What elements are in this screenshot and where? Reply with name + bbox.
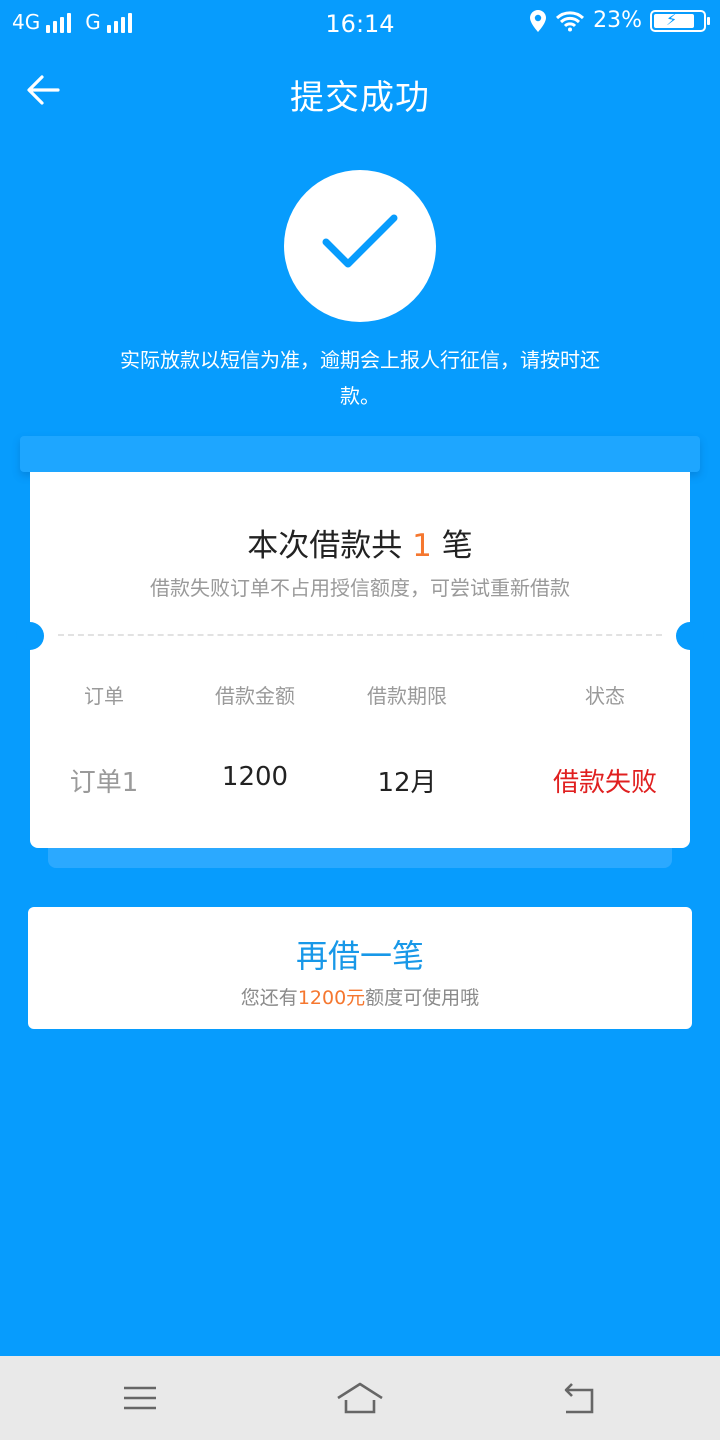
row-status: 借款失败 (552, 768, 657, 798)
column-header-amount: 借款金额 (215, 684, 295, 708)
system-nav-bar (0, 1356, 720, 1440)
borrow-again-label: 再借一笔 (295, 937, 424, 975)
header: 提交成功 (0, 60, 720, 124)
status-bar: 4G G 16:14 23% ⚡ (0, 0, 720, 50)
row-order: 订单1 (69, 768, 139, 798)
ticket-notch-right (676, 622, 704, 650)
loan-result-card: 本次借款共 1 笔 借款失败订单不占用授信额度，可尝试重新借款 订单 借款金额 … (16, 472, 704, 848)
repayment-notice: 实际放款以短信为准，逾期会上报人行征信，请按时还款。 (120, 348, 600, 408)
card-top-strip (20, 436, 700, 472)
checkmark-icon (322, 214, 398, 268)
dashed-divider (58, 634, 662, 636)
column-header-term: 借款期限 (367, 684, 447, 708)
column-header-order: 订单 (84, 684, 124, 708)
remaining-credit-amount: 1200元 (297, 987, 366, 1009)
loan-count-title: 本次借款共 1 笔 (247, 528, 473, 564)
home-icon[interactable] (336, 1378, 384, 1418)
battery-percent: 23% (593, 8, 642, 33)
remaining-credit-text: 您还有1200元额度可使用哦 (240, 987, 480, 1009)
wifi-icon (556, 10, 585, 31)
success-badge (284, 170, 436, 322)
location-icon (530, 9, 547, 32)
column-header-status: 状态 (585, 684, 625, 708)
loan-hint: 借款失败订单不占用授信额度，可尝试重新借款 (150, 576, 570, 600)
status-icons: 23% ⚡ (529, 8, 710, 33)
row-amount: 1200 (221, 762, 289, 792)
loan-count: 1 (412, 528, 432, 564)
menu-icon[interactable] (120, 1378, 160, 1418)
battery-icon: ⚡ (650, 9, 710, 32)
page-title: 提交成功 (290, 78, 430, 118)
row-term: 12月 (377, 768, 437, 798)
ticket-notch-left (16, 622, 44, 650)
back-icon[interactable] (558, 1378, 598, 1418)
borrow-again-button[interactable]: 再借一笔 您还有1200元额度可使用哦 (28, 907, 692, 1029)
